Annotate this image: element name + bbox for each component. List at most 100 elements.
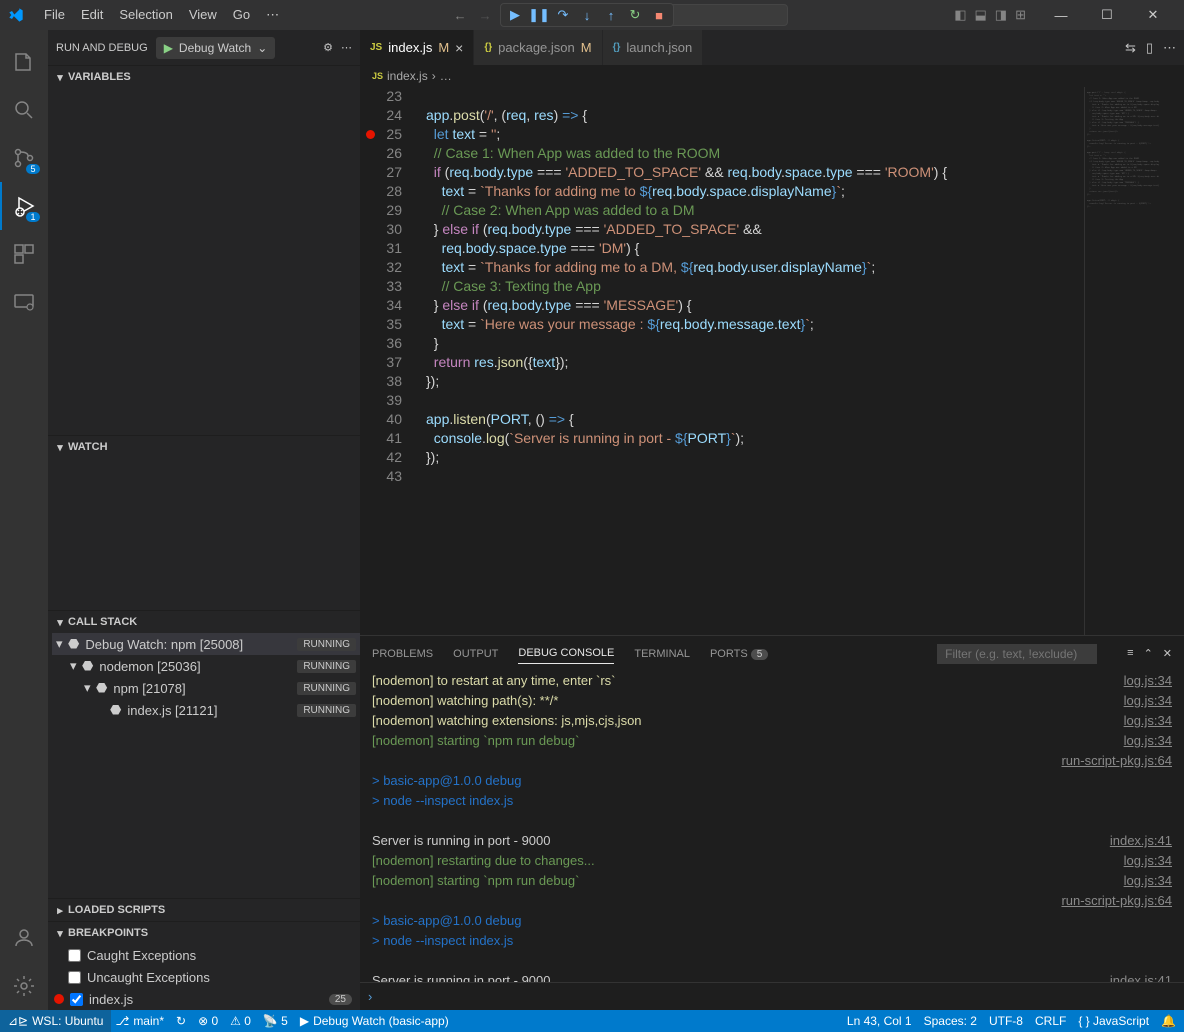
console-line [372,891,1061,911]
activity-explorer[interactable] [0,38,48,86]
window-close[interactable]: ✕ [1130,0,1176,30]
menu-selection[interactable]: Selection [111,0,180,30]
menu-view[interactable]: View [181,0,225,30]
debug-step-out-icon[interactable]: ↑ [603,7,619,23]
loaded-scripts-header[interactable]: ▸LOADED SCRIPTS [48,899,360,921]
callstack-row[interactable]: ▾⬣npm [21078]RUNNING [52,677,360,699]
menu-edit[interactable]: Edit [73,0,111,30]
status-notifications[interactable]: 🔔 [1161,1014,1176,1028]
activity-settings[interactable] [0,962,48,1010]
split-icon[interactable]: ▯ [1146,40,1153,56]
editor-tab[interactable]: JSindex.jsM× [360,30,474,65]
minimap[interactable]: app.post('/', (req, res) =&gt; { let tex… [1084,87,1184,635]
debug-console-output[interactable]: [nodemon] to restart at any time, enter … [360,671,1184,982]
caught-checkbox[interactable] [68,949,81,962]
menu-more[interactable]: ⋯ [258,0,287,30]
console-source-link[interactable]: log.js:34 [1124,691,1172,711]
debug-continue-icon[interactable]: ▶ [507,7,523,23]
status-lncol[interactable]: Ln 43, Col 1 [847,1014,912,1028]
console-source-link[interactable]: log.js:34 [1124,871,1172,891]
console-source-link[interactable]: run-script-pkg.js:64 [1061,891,1172,911]
chevron-icon: ▾ [84,680,96,696]
console-source-link[interactable]: log.js:34 [1124,851,1172,871]
status-warnings[interactable]: ⚠ 0 [230,1014,251,1028]
layout-right-icon[interactable]: ◨ [995,7,1007,23]
nav-forward[interactable]: → [479,8,492,23]
debug-badge: 1 [26,212,40,222]
compare-icon[interactable]: ⇆ [1125,40,1136,56]
tab-output[interactable]: OUTPUT [453,644,498,664]
tab-debug-console[interactable]: DEBUG CONSOLE [518,643,614,664]
status-encoding[interactable]: UTF-8 [989,1014,1023,1028]
tab-terminal[interactable]: TERMINAL [634,644,690,664]
menu-file[interactable]: File [36,0,73,30]
breadcrumb[interactable]: JS index.js › … [360,65,1184,87]
editor-tab[interactable]: {}package.jsonM [474,30,602,65]
console-source-link[interactable]: index.js:41 [1110,971,1172,982]
activity-debug[interactable]: 1 [0,182,48,230]
variables-header[interactable]: ▾VARIABLES [48,66,360,88]
console-source-link[interactable]: index.js:41 [1110,831,1172,851]
code-editor[interactable]: 2324252627282930313233343536373839404142… [360,87,1184,635]
nav-back[interactable]: ← [454,8,467,23]
panel-close-icon[interactable]: ✕ [1163,647,1172,660]
activity-extensions[interactable] [0,230,48,278]
tab-problems[interactable]: PROBLEMS [372,644,433,664]
status-ports[interactable]: 📡 5 [263,1014,288,1028]
activity-remote[interactable] [0,278,48,326]
debug-restart-icon[interactable]: ↻ [627,7,643,23]
window-minimize[interactable]: — [1038,0,1084,30]
activity-search[interactable] [0,86,48,134]
status-eol[interactable]: CRLF [1035,1014,1066,1028]
tab-more-icon[interactable]: ⋯ [1163,40,1176,56]
status-errors[interactable]: ⊗ 0 [198,1014,218,1028]
close-icon[interactable]: × [455,40,463,56]
layout-left-icon[interactable]: ◧ [954,7,966,23]
breakpoint-uncaught-row[interactable]: Uncaught Exceptions [48,966,360,988]
status-branch[interactable]: ⎇ main* [115,1014,164,1028]
status-sync[interactable]: ↻ [176,1014,186,1028]
debug-step-over-icon[interactable]: ↷ [555,7,571,23]
breakpoint-caught-row[interactable]: Caught Exceptions [48,944,360,966]
debug-config-selector[interactable]: ▶ Debug Watch ⌄ [156,37,276,59]
layout-custom-icon[interactable]: ⊞ [1015,7,1026,23]
callstack-row[interactable]: ▾⬣nodemon [25036]RUNNING [52,655,360,677]
editor-tab[interactable]: {}launch.json [603,30,704,65]
breakpoint-dot-icon[interactable] [366,130,375,139]
status-language[interactable]: { } JavaScript [1078,1014,1149,1028]
callstack-header[interactable]: ▾CALL STACK [48,611,360,633]
console-source-link[interactable]: log.js:34 [1124,711,1172,731]
activity-scm[interactable]: 5 [0,134,48,182]
console-source-link[interactable]: run-script-pkg.js:64 [1061,751,1172,771]
debug-step-into-icon[interactable]: ↓ [579,7,595,23]
breakpoint-file-row[interactable]: index.js25 [48,988,360,1010]
console-source-link[interactable]: log.js:34 [1124,731,1172,751]
debug-pause-icon[interactable]: ❚❚ [531,7,547,23]
line-gutter[interactable]: 2324252627282930313233343536373839404142… [360,87,418,635]
console-clear-icon[interactable]: ⌃ [1144,647,1153,660]
tab-ports[interactable]: PORTS 5 [710,644,768,664]
callstack-row[interactable]: ⬣index.js [21121]RUNNING [52,699,360,721]
console-source-link[interactable]: log.js:34 [1124,671,1172,691]
bp-line-badge: 25 [329,994,352,1005]
status-debug-target[interactable]: ▶ Debug Watch (basic-app) [300,1014,449,1028]
activity-account[interactable] [0,914,48,962]
status-spaces[interactable]: Spaces: 2 [924,1014,977,1028]
code-content[interactable]: app.post('/', (req, res) => { let text =… [418,87,1084,635]
callstack-row[interactable]: ▾⬣Debug Watch: npm [25008]RUNNING [52,633,360,655]
status-remote[interactable]: ⊿⊵WSL: Ubuntu [0,1010,111,1032]
uncaught-checkbox[interactable] [68,971,81,984]
breakpoints-header[interactable]: ▾BREAKPOINTS [48,922,360,944]
debug-console-input[interactable]: › [360,982,1184,1010]
menu-go[interactable]: Go [225,0,258,30]
watch-header[interactable]: ▾WATCH [48,436,360,458]
debug-stop-icon[interactable]: ■ [651,7,667,23]
console-filter-input[interactable] [937,644,1097,664]
layout-bottom-icon[interactable]: ⬓ [975,7,987,23]
more-icon[interactable]: ⋯ [341,41,352,54]
console-tree-icon[interactable]: ≡ [1127,647,1133,660]
gear-icon[interactable]: ⚙ [323,41,333,54]
window-maximize[interactable]: ☐ [1084,0,1130,30]
file-bp-checkbox[interactable] [70,993,83,1006]
status-bar: ⊿⊵WSL: Ubuntu ⎇ main* ↻ ⊗ 0 ⚠ 0 📡 5 ▶ De… [0,1010,1184,1032]
